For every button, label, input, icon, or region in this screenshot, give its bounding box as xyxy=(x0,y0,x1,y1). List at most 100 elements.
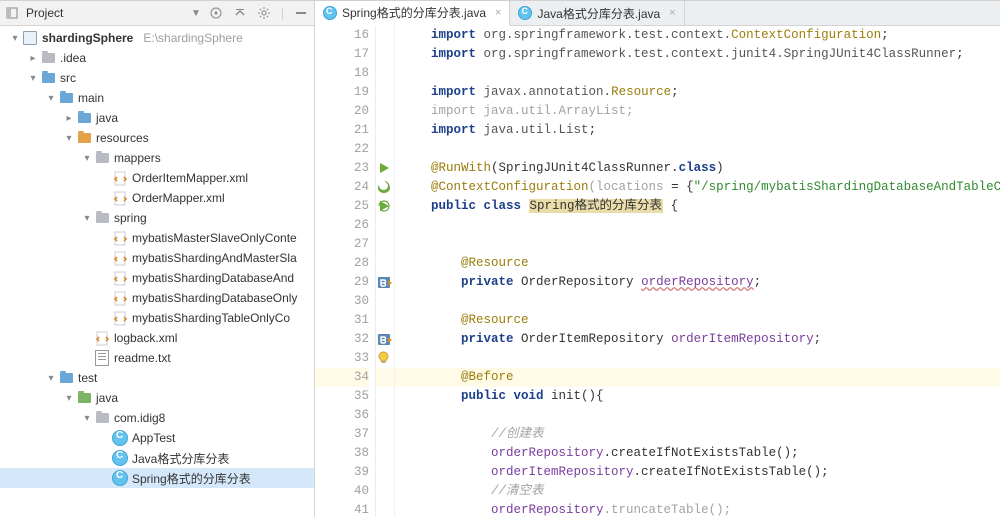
line-number: 22 xyxy=(315,140,369,159)
line-number: 24 xyxy=(315,178,369,197)
expand-caret-icon[interactable]: ▸ xyxy=(26,53,40,64)
tree-node[interactable]: mybatisShardingTableOnlyCo xyxy=(0,308,314,328)
code-line[interactable] xyxy=(395,349,1000,368)
project-tree[interactable]: ▾shardingSphereE:\shardingSphere ▸ .idea ▾s… xyxy=(0,26,314,517)
code-line[interactable]: import org.springframework.test.context.… xyxy=(395,26,1000,45)
tree-node[interactable]: AppTest xyxy=(0,428,314,448)
tree-node[interactable]: ▸ .idea xyxy=(0,48,314,68)
tree-node[interactable]: OrderMapper.xml xyxy=(0,188,314,208)
tree-node[interactable]: logback.xml xyxy=(0,328,314,348)
hide-icon[interactable] xyxy=(294,6,308,20)
editor-tab[interactable]: Java格式分库分表.java× xyxy=(510,1,684,25)
code-line[interactable] xyxy=(395,64,1000,83)
tree-node[interactable]: mybatisShardingDatabaseOnly xyxy=(0,288,314,308)
tree-node[interactable]: ▾src xyxy=(0,68,314,88)
module-icon xyxy=(22,30,38,46)
code-line[interactable]: import javax.annotation.Resource; xyxy=(395,83,1000,102)
project-title[interactable]: Project xyxy=(24,6,187,20)
java-class-icon xyxy=(112,450,128,466)
tree-node[interactable]: ▾resources xyxy=(0,128,314,148)
code-line[interactable] xyxy=(395,406,1000,425)
line-number: 26 xyxy=(315,216,369,235)
code-line[interactable]: @Resource xyxy=(395,254,1000,273)
expand-caret-icon[interactable]: ▾ xyxy=(44,373,58,384)
expand-caret-icon[interactable]: ▾ xyxy=(80,153,94,164)
code-line[interactable]: orderItemRepository.createIfNotExistsTab… xyxy=(395,463,1000,482)
tree-node[interactable]: Spring格式的分库分表 xyxy=(0,468,314,488)
tree-node-label: mybatisShardingTableOnlyCo xyxy=(132,311,294,325)
tree-node[interactable]: ▾ com.idig8 xyxy=(0,408,314,428)
tree-node[interactable]: ▾ mappers xyxy=(0,148,314,168)
gear-icon[interactable] xyxy=(257,6,271,20)
line-number: 35 xyxy=(315,387,369,406)
tree-node[interactable]: OrderItemMapper.xml xyxy=(0,168,314,188)
expand-caret-icon[interactable]: ▾ xyxy=(8,33,22,44)
code-line[interactable]: private OrderItemRepository orderItemRep… xyxy=(395,330,1000,349)
line-number: 28 xyxy=(315,254,369,273)
rerun-gutter-icon[interactable] xyxy=(377,199,391,213)
tree-node[interactable]: ▾java xyxy=(0,388,314,408)
spring-gutter-icon[interactable] xyxy=(377,180,391,194)
code-line[interactable]: @ContextConfiguration(locations = {"/spr… xyxy=(395,178,1000,197)
folder-icon xyxy=(40,50,56,66)
bean-gutter-icon[interactable] xyxy=(377,275,392,290)
project-tool-icon xyxy=(6,7,20,19)
folder-icon xyxy=(94,150,110,166)
target-icon[interactable] xyxy=(209,6,223,20)
tree-node[interactable]: ▾test xyxy=(0,368,314,388)
tree-node-label: com.idig8 xyxy=(114,411,169,425)
project-view-dropdown[interactable]: ▼ xyxy=(191,8,205,19)
tree-node[interactable]: mybatisShardingDatabaseAnd xyxy=(0,268,314,288)
run-gutter-icon[interactable] xyxy=(377,161,391,175)
code-line[interactable]: orderRepository.truncateTable(); xyxy=(395,501,1000,517)
expand-caret-icon[interactable]: ▾ xyxy=(62,393,76,404)
code-line[interactable]: import java.util.ArrayList; xyxy=(395,102,1000,121)
tree-node[interactable]: mybatisMasterSlaveOnlyConte xyxy=(0,228,314,248)
xml-file-icon xyxy=(112,250,128,266)
expand-caret-icon[interactable]: ▾ xyxy=(26,73,40,84)
tree-node[interactable]: Java格式分库分表 xyxy=(0,448,314,468)
line-number: 17 xyxy=(315,45,369,64)
code-line[interactable]: orderRepository.createIfNotExistsTable()… xyxy=(395,444,1000,463)
code-line[interactable]: @Before xyxy=(395,368,1000,387)
code-line[interactable]: import org.springframework.test.context.… xyxy=(395,45,1000,64)
line-number: 16 xyxy=(315,26,369,45)
code-line[interactable]: @RunWith(SpringJUnit4ClassRunner.class) xyxy=(395,159,1000,178)
tree-node[interactable]: ▸java xyxy=(0,108,314,128)
code-line[interactable]: public class Spring格式的分库分表 { xyxy=(395,197,1000,216)
code-line[interactable]: //创建表 xyxy=(395,425,1000,444)
tree-node[interactable]: ▾spring xyxy=(0,208,314,228)
code-line[interactable]: @Resource xyxy=(395,311,1000,330)
code-line[interactable]: public void init(){ xyxy=(395,387,1000,406)
expand-caret-icon[interactable]: ▾ xyxy=(62,133,76,144)
line-number: 30 xyxy=(315,292,369,311)
code-line[interactable] xyxy=(395,292,1000,311)
tree-node-label: .idea xyxy=(60,51,90,65)
code-line[interactable] xyxy=(395,140,1000,159)
code-line[interactable] xyxy=(395,216,1000,235)
expand-caret-icon[interactable]: ▸ xyxy=(62,113,76,124)
close-icon[interactable]: × xyxy=(665,7,675,19)
collapse-all-icon[interactable] xyxy=(233,6,247,20)
code-line[interactable]: //清空表 xyxy=(395,482,1000,501)
xml-file-icon xyxy=(112,270,128,286)
tree-node[interactable]: ▾shardingSphereE:\shardingSphere xyxy=(0,28,314,48)
expand-caret-icon[interactable]: ▾ xyxy=(80,213,94,224)
code-editor[interactable]: import org.springframework.test.context.… xyxy=(395,26,1000,517)
tree-node-label: mybatisShardingDatabaseAnd xyxy=(132,271,298,285)
tree-node[interactable]: mybatisShardingAndMasterSla xyxy=(0,248,314,268)
tree-node[interactable]: ▾main xyxy=(0,88,314,108)
expand-caret-icon[interactable]: ▾ xyxy=(80,413,94,424)
editor-area: Spring格式的分库分表.java×Java格式分库分表.java× 1617… xyxy=(315,1,1000,517)
editor-tab[interactable]: Spring格式的分库分表.java× xyxy=(315,1,510,26)
lamp-gutter-icon[interactable] xyxy=(377,351,390,364)
close-icon[interactable]: × xyxy=(491,7,501,19)
line-number: 25 xyxy=(315,197,369,216)
tree-node[interactable]: readme.txt xyxy=(0,348,314,368)
expand-caret-icon[interactable]: ▾ xyxy=(44,93,58,104)
code-line[interactable]: private OrderRepository orderRepository; xyxy=(395,273,1000,292)
tree-node-label: mappers xyxy=(114,151,165,165)
code-line[interactable] xyxy=(395,235,1000,254)
bean-gutter-icon[interactable] xyxy=(377,332,392,347)
code-line[interactable]: import java.util.List; xyxy=(395,121,1000,140)
